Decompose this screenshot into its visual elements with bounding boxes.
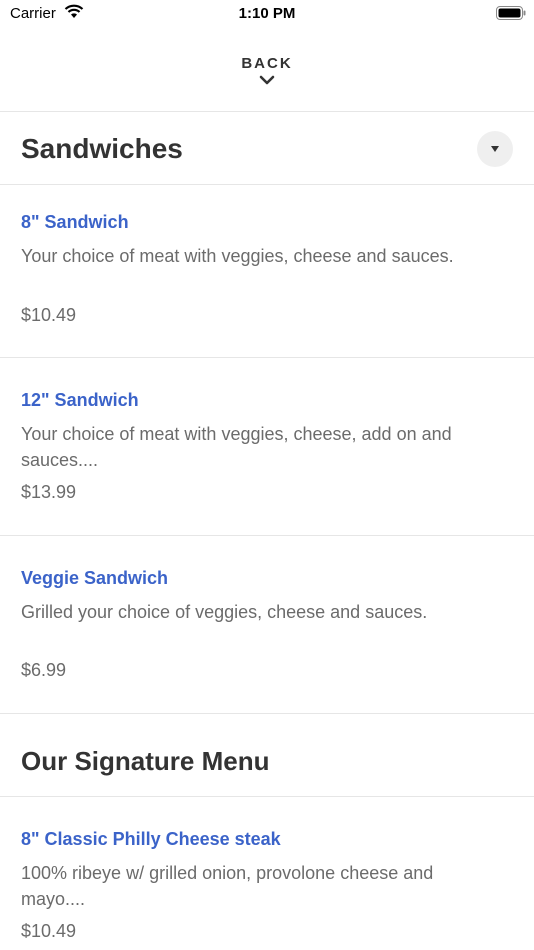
section-title-signature-menu: Our Signature Menu	[21, 746, 270, 776]
item-name: Veggie Sandwich	[21, 568, 169, 588]
item-name: 8" Classic Philly Cheese steak	[21, 829, 281, 849]
menu-item-veggie-sandwich[interactable]: Veggie Sandwich Grilled your choice of v…	[0, 536, 534, 713]
item-description-line2: mayo....	[21, 889, 86, 909]
collapse-section-button[interactable]	[477, 131, 513, 167]
section-title-sandwiches: Sandwiches	[21, 133, 183, 164]
back-label: BACK	[241, 55, 293, 72]
divider	[0, 111, 534, 112]
status-bar: Carrier 1:10 PM	[0, 0, 534, 30]
item-description: Your choice of meat with veggies, cheese…	[21, 246, 454, 266]
menu-item-12-sandwich[interactable]: 12" Sandwich Your choice of meat with ve…	[0, 358, 534, 535]
item-price: $13.99	[21, 482, 77, 502]
back-button[interactable]: BACK	[0, 50, 534, 100]
item-description: Grilled your choice of veggies, cheese a…	[21, 602, 428, 622]
item-price: $10.49	[21, 305, 77, 325]
item-description-line2: sauces....	[21, 450, 99, 470]
menu-item-8-sandwich[interactable]: 8" Sandwich Your choice of meat with veg…	[0, 185, 534, 357]
item-description-line1: 100% ribeye w/ grilled onion, provolone …	[21, 863, 434, 883]
clock: 1:10 PM	[238, 5, 296, 22]
item-price: $10.49	[21, 921, 77, 941]
item-name: 12" Sandwich	[21, 390, 139, 410]
item-price: $6.99	[21, 660, 67, 680]
item-description-line1: Your choice of meat with veggies, cheese…	[21, 424, 452, 444]
divider	[0, 713, 534, 714]
menu-item-classic-philly[interactable]: 8" Classic Philly Cheese steak 100% ribe…	[0, 797, 534, 950]
item-name: 8" Sandwich	[21, 212, 129, 232]
chevron-down-icon	[259, 75, 275, 85]
battery-icon	[496, 6, 526, 20]
caret-down-icon	[491, 146, 499, 152]
